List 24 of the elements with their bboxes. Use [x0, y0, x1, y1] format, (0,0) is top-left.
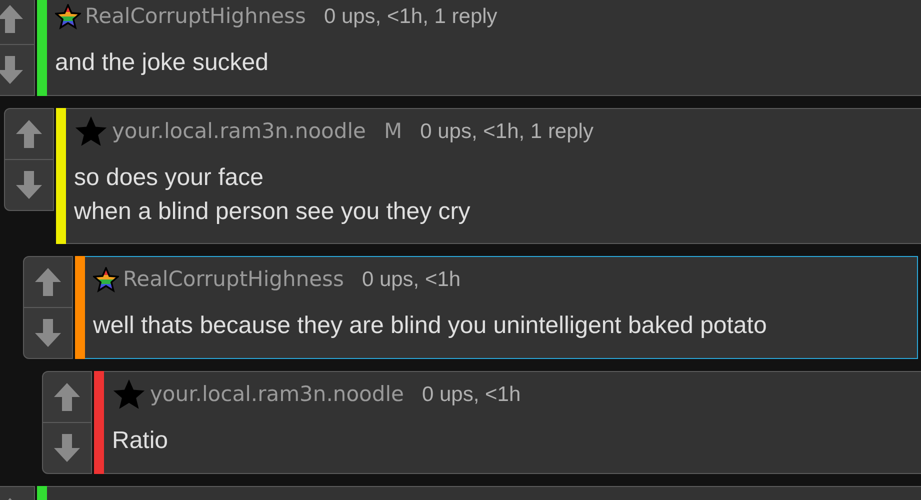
author-name[interactable]: your.local.ram3n.noodle	[150, 379, 404, 411]
down-arrow-icon	[0, 55, 24, 85]
author-name[interactable]: RealCorruptHighness	[123, 264, 344, 296]
up-arrow-icon	[34, 267, 62, 297]
comment-text: well thats because they are blind you unintelligent baked potato	[93, 311, 767, 341]
author-name[interactable]: your.local.ram3n.noodle	[112, 116, 366, 148]
comment-meta: 0 ups, <1h, 1 reply	[324, 4, 498, 30]
comment-text: and the joke sucked	[55, 48, 270, 78]
comment-text: when a blind person see you they cry	[74, 197, 472, 227]
comment-meta: 0 ups, <1h	[362, 267, 461, 294]
striped-star-icon	[55, 4, 81, 30]
comment-text: Ratio	[112, 426, 170, 456]
moderator-label: M	[384, 118, 402, 146]
up-arrow-icon	[0, 4, 24, 34]
striped-star-icon	[93, 267, 119, 293]
comment-meta: 0 ups, <1h, 1 reply	[420, 119, 594, 146]
comment-text: so does your face	[74, 163, 264, 193]
down-arrow-icon	[53, 433, 81, 463]
comment-meta: 0 ups, <1h	[422, 382, 521, 408]
down-arrow-icon	[15, 170, 43, 200]
up-arrow-icon	[53, 382, 81, 412]
author-name[interactable]: RealCorruptHighness	[85, 1, 306, 33]
up-arrow-icon	[15, 119, 43, 149]
down-arrow-icon	[34, 318, 62, 348]
